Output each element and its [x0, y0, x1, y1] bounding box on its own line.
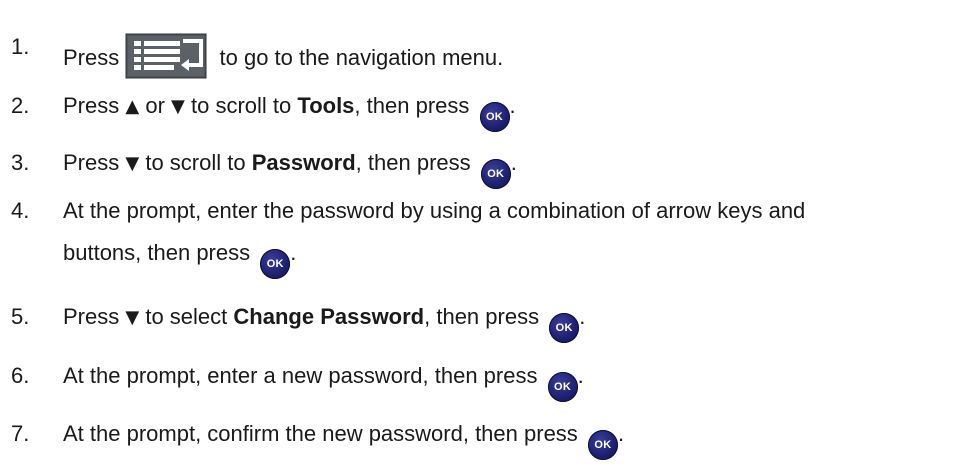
step-end: . [509, 93, 516, 118]
up-arrow-icon: ▲ [125, 96, 140, 117]
ok-button-icon: OK [547, 372, 578, 402]
step-body: At the prompt, confirm the new password,… [63, 421, 578, 446]
step-end: . [577, 363, 584, 388]
down-arrow-icon: ▼ [125, 153, 140, 174]
step-text: Press ▼ to scroll to Password, then pres… [63, 149, 517, 189]
step-end: . [290, 240, 297, 265]
step-text-line-1: At the prompt, enter the password by usi… [63, 198, 806, 223]
step-mid: to select [145, 304, 228, 329]
step-end: . [510, 150, 517, 175]
step-after: , then press [355, 150, 471, 175]
step-number: 4. [11, 198, 30, 223]
step-number: 3. [11, 150, 30, 175]
press-word: Press [63, 150, 120, 175]
menu-item-tools: Tools [297, 93, 355, 118]
step-end: . [617, 421, 625, 446]
step-body: At the prompt, enter a new password, the… [63, 363, 538, 388]
step-line2-text: buttons, then press [63, 240, 251, 265]
step-end: . [579, 304, 586, 329]
down-arrow-icon: ▼ [125, 307, 140, 328]
step-text: At the prompt, enter a new password, the… [63, 362, 584, 402]
ok-button-icon: OK [549, 313, 580, 343]
or-word: or [145, 93, 165, 118]
step-text: Press ▲ or ▼ to scroll to Tools, then pr… [63, 92, 516, 132]
ok-button-icon: OK [480, 159, 511, 189]
step-mid: to scroll to [145, 150, 246, 175]
ok-button-icon: OK [587, 430, 618, 460]
step-text: Press ▼ to select Change Password, then … [63, 303, 585, 343]
step-mid: to scroll to [191, 93, 292, 118]
step-after: , then press [354, 93, 470, 118]
menu-item-password: Password [251, 150, 356, 175]
press-word: Press [63, 93, 120, 118]
step-number: 2. [11, 93, 30, 118]
step-after: , then press [424, 304, 540, 329]
step-text: Press to go to the navigation menu. [63, 33, 503, 79]
step-number: 5. [11, 304, 30, 329]
press-word: Press [63, 304, 120, 329]
ok-button-icon: OK [260, 249, 291, 279]
navigation-menu-icon [125, 33, 207, 79]
ok-button-icon: OK [479, 102, 510, 132]
instruction-steps: 1. Press to go to the navigation menu. 2… [0, 0, 971, 466]
step-text: At the prompt, confirm the new password,… [63, 420, 624, 460]
step-rest: to go to the navigation menu. [219, 45, 504, 70]
step-number: 6. [11, 363, 30, 388]
down-arrow-icon: ▼ [171, 96, 185, 117]
press-word: Press [63, 45, 120, 70]
menu-item-change-password: Change Password [233, 304, 425, 329]
step-text-line-2: buttons, then press OK. [63, 239, 296, 279]
step-number: 1. [11, 34, 30, 59]
step-number: 7. [11, 421, 30, 446]
